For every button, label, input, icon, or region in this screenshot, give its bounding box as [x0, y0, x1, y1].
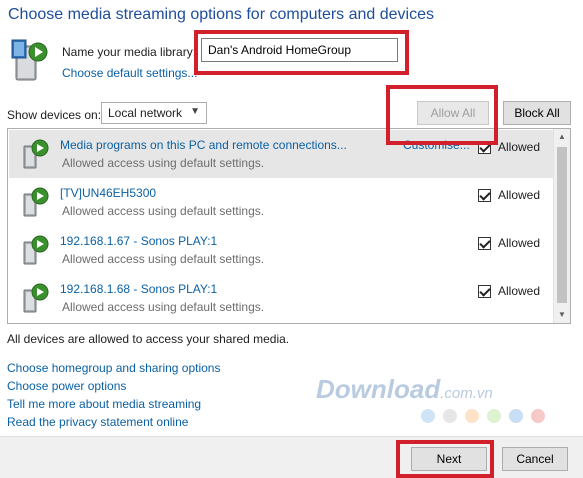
device-row[interactable]: 192.168.1.67 - Sonos PLAY:1 Allowed acce… — [9, 226, 553, 274]
device-status: Allowed access using default settings. — [62, 204, 265, 218]
device-status: Allowed access using default settings. — [62, 156, 265, 170]
dialog-footer — [0, 436, 583, 478]
media-device-icon — [23, 187, 49, 217]
device-status: Allowed access using default settings. — [62, 300, 265, 314]
block-all-button[interactable]: Block All — [503, 101, 571, 125]
watermark-dots — [421, 409, 553, 426]
watermark-dot — [443, 409, 457, 423]
customise-link[interactable]: Customise... — [403, 138, 470, 152]
watermark-dot — [465, 409, 479, 423]
watermark-dot — [531, 409, 545, 423]
show-devices-label: Show devices on: — [7, 108, 102, 122]
watermark-dot — [487, 409, 501, 423]
library-name-label: Name your media library: — [62, 45, 197, 59]
allow-all-button[interactable]: Allow All — [417, 101, 489, 125]
device-list: Media programs on this PC and remote con… — [7, 128, 571, 324]
device-name-link[interactable]: [TV]UN46EH5300 — [60, 186, 156, 200]
scroll-down-icon[interactable]: ▼ — [554, 307, 570, 323]
allowed-checkbox[interactable] — [478, 141, 491, 154]
device-row[interactable]: Media programs on this PC and remote con… — [9, 130, 553, 178]
device-name-link[interactable]: 192.168.1.68 - Sonos PLAY:1 — [60, 282, 217, 296]
watermark-dot — [509, 409, 523, 423]
device-name-link[interactable]: Media programs on this PC and remote con… — [60, 138, 347, 152]
device-row[interactable]: [TV]UN46EH5300 Allowed access using defa… — [9, 178, 553, 226]
chevron-down-icon: ▼ — [190, 106, 200, 117]
watermark-text: Download — [316, 374, 441, 404]
related-links: Choose homegroup and sharing options Cho… — [7, 359, 220, 431]
device-status: Allowed access using default settings. — [62, 252, 265, 266]
allowed-label: Allowed — [498, 236, 541, 250]
device-list-scrollbar[interactable]: ▲ ▼ — [553, 129, 570, 323]
scroll-thumb[interactable] — [557, 147, 567, 303]
choose-default-settings-link[interactable]: Choose default settings... — [62, 66, 197, 80]
allowed-checkbox[interactable] — [478, 285, 491, 298]
allowed-label: Allowed — [498, 188, 541, 202]
page-title: Choose media streaming options for compu… — [8, 6, 434, 23]
media-library-icon — [11, 39, 48, 81]
library-name-input[interactable] — [201, 38, 398, 62]
network-select-value: Local network — [108, 106, 183, 120]
device-row[interactable]: 192.168.1.68 - Sonos PLAY:1 Allowed acce… — [9, 274, 553, 322]
network-select[interactable]: Local network ▼ — [101, 102, 207, 124]
allowed-checkbox[interactable] — [478, 189, 491, 202]
allowed-label: Allowed — [498, 284, 541, 298]
media-device-icon — [23, 283, 49, 313]
watermark-logo: Download.com.vn — [316, 374, 493, 405]
power-options-link[interactable]: Choose power options — [7, 377, 220, 395]
allowed-label: Allowed — [498, 140, 541, 154]
scroll-up-icon[interactable]: ▲ — [554, 129, 570, 145]
access-info-text: All devices are allowed to access your s… — [7, 332, 290, 346]
privacy-statement-link[interactable]: Read the privacy statement online — [7, 413, 220, 431]
media-device-icon — [23, 235, 49, 265]
watermark-dot — [421, 409, 435, 423]
device-name-link[interactable]: 192.168.1.67 - Sonos PLAY:1 — [60, 234, 217, 248]
homegroup-sharing-link[interactable]: Choose homegroup and sharing options — [7, 359, 220, 377]
cancel-button[interactable]: Cancel — [502, 447, 568, 471]
media-device-icon — [23, 139, 49, 169]
watermark-tld: .com.vn — [440, 385, 493, 402]
next-button[interactable]: Next — [411, 447, 487, 471]
allowed-checkbox[interactable] — [478, 237, 491, 250]
media-streaming-help-link[interactable]: Tell me more about media streaming — [7, 395, 220, 413]
